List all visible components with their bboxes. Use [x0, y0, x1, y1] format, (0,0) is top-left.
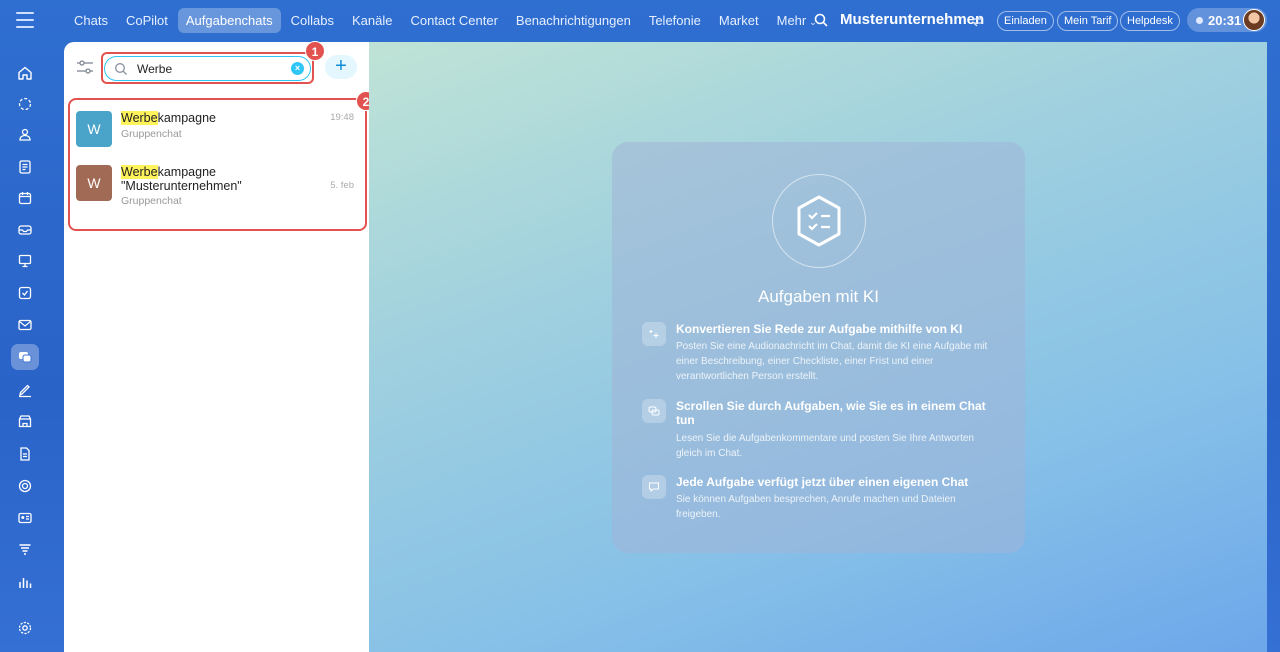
chat-title-rest: kampagne	[157, 165, 216, 179]
switch-icon[interactable]	[972, 15, 984, 27]
avatar[interactable]	[1243, 9, 1265, 31]
tariff-button[interactable]: Mein Tarif	[1057, 11, 1119, 31]
contact-card-icon[interactable]	[11, 505, 39, 531]
message-icon	[642, 475, 666, 499]
chat-title-rest: kampagne	[157, 111, 216, 125]
feature-heading: Jede Aufgabe verfügt jetzt über einen ei…	[676, 475, 969, 489]
company-name[interactable]: Musterunternehmen	[840, 11, 984, 28]
feed-icon[interactable]	[11, 154, 39, 180]
tasks-icon[interactable]	[11, 280, 39, 306]
feature-heading: Scrollen Sie durch Aufgaben, wie Sie es …	[676, 399, 986, 427]
add-chat-button[interactable]: +	[325, 55, 357, 79]
tab-benachrichtigungen[interactable]: Benachrichtigungen	[508, 8, 639, 33]
tab-contact-center[interactable]: Contact Center	[402, 8, 505, 33]
chat-title: Werbekampagne "Musterunternehmen"	[121, 165, 242, 193]
list-item[interactable]: W Werbekampagne Gruppenchat 19:48	[76, 111, 358, 171]
chat-subtitle: Gruppenchat	[121, 128, 182, 140]
home-icon[interactable]	[11, 60, 39, 86]
search-match: Werbe	[121, 165, 158, 179]
inbox-icon[interactable]	[11, 217, 39, 243]
invite-button[interactable]: Einladen	[997, 11, 1054, 31]
tab-collabs[interactable]: Collabs	[283, 8, 342, 33]
filter-icon[interactable]	[76, 59, 94, 75]
tab-more-label: Mehr	[776, 13, 807, 28]
calendar-icon[interactable]	[11, 185, 39, 211]
sparkle-icon	[642, 322, 666, 346]
avatar: W	[76, 165, 112, 201]
main-area: Aufgaben mit KI Konvertieren Sie Rede zu…	[369, 42, 1267, 652]
analytics-icon[interactable]	[11, 569, 39, 595]
store-icon[interactable]	[11, 408, 39, 434]
tab-chats[interactable]: Chats	[66, 8, 116, 33]
tab-market[interactable]: Market	[711, 8, 767, 33]
feature-heading: Konvertieren Sie Rede zur Aufgabe mithil…	[676, 322, 963, 336]
annotation-badge-1: 1	[305, 41, 325, 61]
chat-time: 19:48	[330, 112, 354, 123]
feature-text: Lesen Sie die Aufgabenkommentare und pos…	[676, 433, 974, 459]
chat-title: Werbekampagne	[121, 111, 216, 125]
tab-copilot[interactable]: CoPilot	[118, 8, 176, 33]
left-sidebar	[0, 42, 50, 652]
menu-icon[interactable]	[16, 12, 34, 28]
tab-aufgabenchats[interactable]: Aufgabenchats	[177, 8, 281, 33]
promo-card: Aufgaben mit KI Konvertieren Sie Rede zu…	[612, 142, 1025, 553]
annotation-box-search	[101, 52, 314, 84]
tab-kanaele[interactable]: Kanäle	[344, 8, 400, 33]
search-match: Werbe	[121, 111, 158, 125]
sign-icon[interactable]	[11, 377, 39, 403]
messenger-icon[interactable]	[11, 344, 39, 370]
copilot-icon[interactable]	[11, 91, 39, 117]
feature-text: Sie können Aufgaben besprechen, Anrufe m…	[676, 494, 956, 520]
crm-icon[interactable]	[11, 473, 39, 499]
chat-subtitle: Gruppenchat	[121, 195, 182, 207]
status-dot	[1196, 16, 1203, 24]
search-icon[interactable]	[814, 13, 828, 27]
chat-time: 5. feb	[330, 180, 354, 191]
avatar: W	[76, 111, 112, 147]
mail-icon[interactable]	[11, 312, 39, 338]
tab-telefonie[interactable]: Telefonie	[641, 8, 709, 33]
people-icon[interactable]	[11, 122, 39, 148]
clock-time: 20:31	[1208, 12, 1242, 28]
promo-title: Aufgaben mit KI	[758, 287, 879, 306]
chat-bubbles-icon	[642, 399, 666, 423]
feature-text: Posten Sie eine Audionachricht im Chat, …	[676, 341, 988, 382]
top-bar: Chats CoPilot Aufgabenchats Collabs Kanä…	[0, 0, 1280, 42]
presentation-icon[interactable]	[11, 248, 39, 274]
chat-title-line2: "Musterunternehmen"	[121, 179, 242, 193]
list-item[interactable]: W Werbekampagne "Musterunternehmen" Grupp…	[76, 165, 358, 225]
helpdesk-button[interactable]: Helpdesk	[1120, 11, 1180, 31]
funnel-icon[interactable]	[11, 537, 39, 563]
task-hexagon-icon	[772, 174, 866, 268]
document-icon[interactable]	[11, 441, 39, 467]
settings-icon[interactable]	[11, 615, 39, 641]
top-nav: Chats CoPilot Aufgabenchats Collabs Kanä…	[66, 8, 825, 33]
